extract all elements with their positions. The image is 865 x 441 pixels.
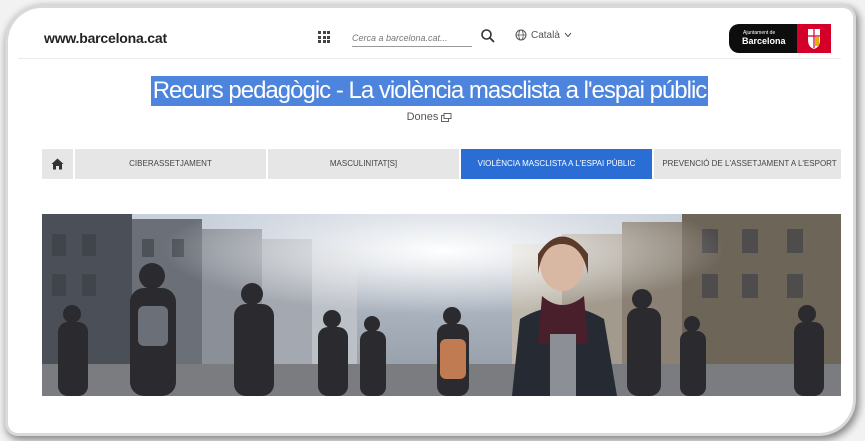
brand-name-text: Barcelona <box>742 36 786 46</box>
apps-grid-icon[interactable] <box>318 31 330 43</box>
street-crowd-photo <box>42 214 841 396</box>
page-title: Recurs pedagògic - La violència masclist… <box>150 76 709 106</box>
hero-image <box>42 214 841 396</box>
section-navigation: CIBERASSETJAMENT MASCULINITAT[S] VIOLÈNC… <box>42 149 841 179</box>
browser-viewport: www.barcelona.cat Català Ajuntament de B… <box>18 18 841 423</box>
nav-item-ciberassetjament[interactable]: CIBERASSETJAMENT <box>75 149 268 179</box>
screenshot-frame: www.barcelona.cat Català Ajuntament de B… <box>8 8 853 433</box>
nav-item-masculinitats[interactable]: MASCULINITAT[S] <box>268 149 461 179</box>
top-bar: www.barcelona.cat Català Ajuntament de B… <box>18 18 841 59</box>
barcelona-city-logo[interactable]: Ajuntament de Barcelona <box>729 24 831 53</box>
nav-item-prevencio-assetjament-esport[interactable]: PREVENCIÓ DE L'ASSETJAMENT A L'ESPORT <box>654 149 841 179</box>
globe-icon <box>515 29 527 41</box>
page-title-wrapper: Recurs pedagògic - La violència masclist… <box>18 76 841 106</box>
nav-item-violencia-espai-public[interactable]: VIOLÈNCIA MASCLISTA A L'ESPAI PÚBLIC <box>461 149 654 179</box>
language-selector[interactable]: Català <box>515 29 572 41</box>
site-url-link[interactable]: www.barcelona.cat <box>44 30 167 46</box>
home-button[interactable] <box>42 149 75 179</box>
barcelona-shield-icon <box>797 24 831 53</box>
search-field-wrapper <box>352 28 472 47</box>
external-link-icon <box>441 112 452 122</box>
chevron-down-icon <box>564 32 572 38</box>
category-label: Dones <box>406 111 439 123</box>
search-input[interactable] <box>352 30 470 46</box>
home-icon <box>51 158 64 170</box>
language-label: Català <box>531 29 560 41</box>
page-category[interactable]: Dones <box>18 111 841 123</box>
search-icon[interactable] <box>480 28 496 44</box>
